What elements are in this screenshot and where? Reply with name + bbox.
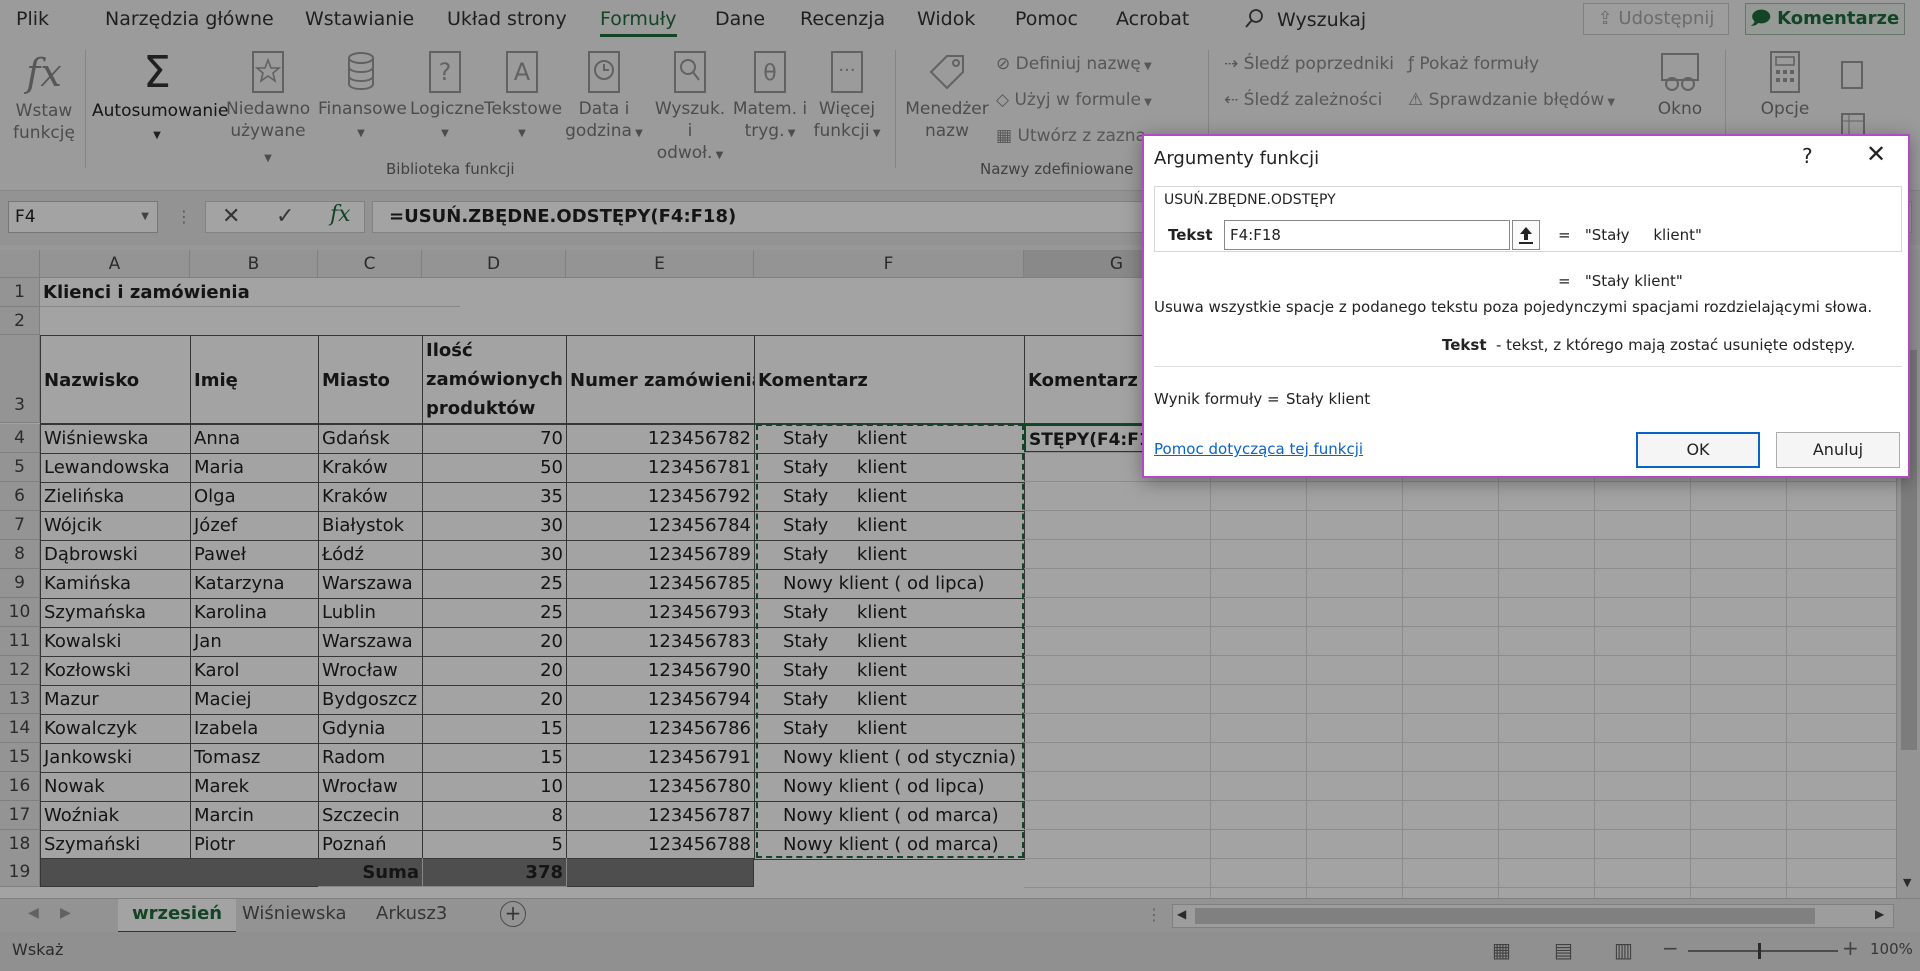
formula-result-label: Wynik formuły = xyxy=(1154,390,1280,408)
upload-arrow-icon xyxy=(1519,227,1533,244)
formula-result-value: Stały klient xyxy=(1286,390,1371,408)
argument-description: - tekst, z którego mają zostać usunięte … xyxy=(1496,336,1856,354)
function-description: Usuwa wszystkie spacje z podanego tekstu… xyxy=(1154,298,1873,316)
ok-button[interactable]: OK xyxy=(1636,432,1760,468)
collapse-dialog-button[interactable] xyxy=(1512,220,1540,250)
function-arguments-dialog: Argumenty funkcji ? ✕ USUŃ.ZBĘDNE.ODSTĘP… xyxy=(1142,134,1910,478)
help-link[interactable]: Pomoc dotycząca tej funkcji xyxy=(1154,440,1363,458)
argument-result: = "Stały klient" xyxy=(1558,226,1702,244)
help-button[interactable]: ? xyxy=(1802,144,1813,168)
argument-label: Tekst xyxy=(1168,226,1213,244)
cancel-button[interactable]: Anuluj xyxy=(1776,432,1900,468)
close-icon[interactable]: ✕ xyxy=(1866,140,1886,168)
argument-input[interactable]: F4:F18 xyxy=(1224,220,1510,250)
dialog-title: Argumenty funkcji xyxy=(1154,148,1320,169)
function-name: USUŃ.ZBĘDNE.ODSTĘPY xyxy=(1162,192,1338,208)
argument-desc-label: Tekst xyxy=(1442,336,1487,354)
formula-preview-result: = "Stały klient" xyxy=(1558,272,1683,290)
dialog-divider xyxy=(1154,366,1902,367)
